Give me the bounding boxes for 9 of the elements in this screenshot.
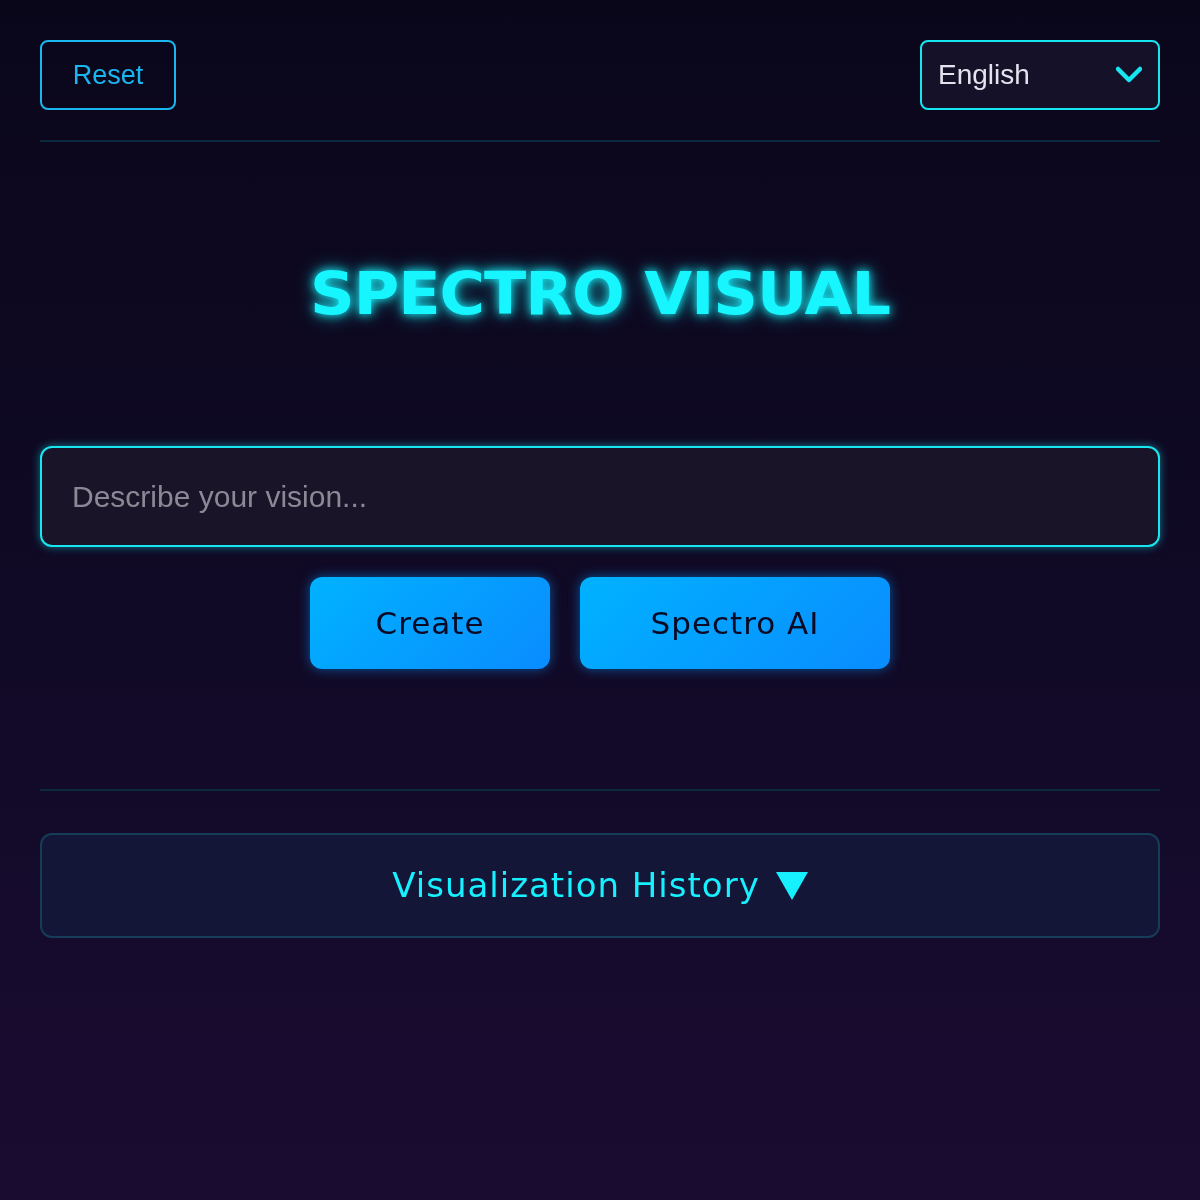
- reset-button[interactable]: Reset: [40, 40, 176, 110]
- caret-down-icon: [775, 871, 808, 900]
- chevron-down-icon: [1116, 66, 1142, 84]
- language-dropdown[interactable]: English: [920, 40, 1160, 110]
- prompt-input-field[interactable]: Describe your vision...: [40, 446, 1160, 547]
- create-button[interactable]: Create: [310, 577, 550, 669]
- visualization-history-toggle[interactable]: Visualization History: [40, 833, 1160, 938]
- app-title: SPECTRO VISUAL: [310, 264, 890, 324]
- spectro-ai-button[interactable]: Spectro AI: [580, 577, 890, 669]
